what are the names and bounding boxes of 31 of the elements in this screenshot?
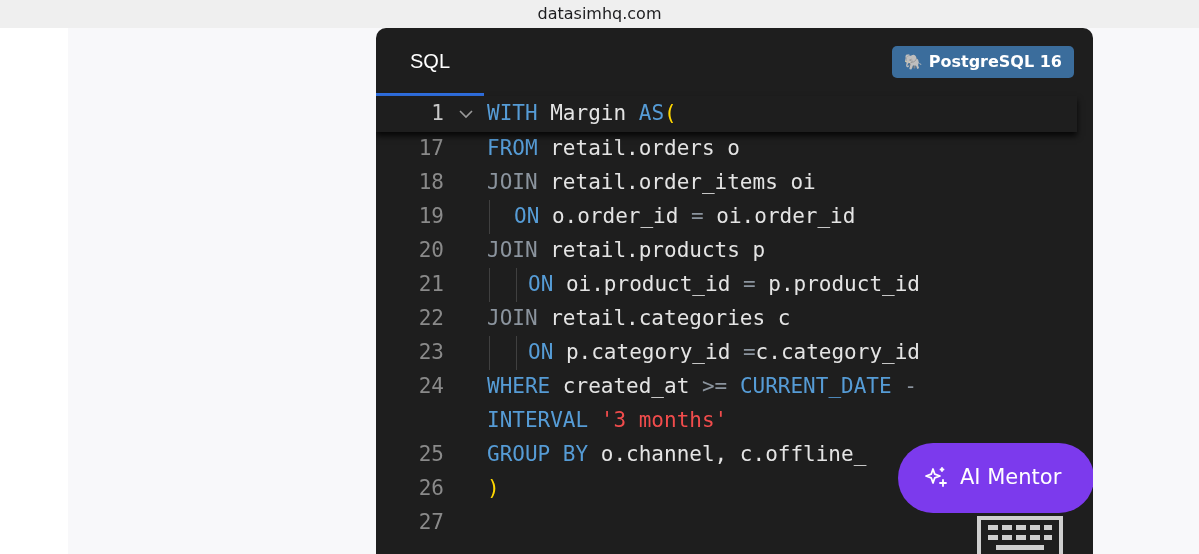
code-line: FROM retail.orders o: [487, 135, 740, 163]
code-line: INTERVAL '3 months': [487, 407, 728, 435]
badge-label: PostgreSQL 16: [928, 51, 1062, 73]
line-number: 27: [418, 510, 444, 535]
code-line: WITH Margin AS(: [487, 100, 677, 128]
sparkles-icon: [924, 466, 948, 490]
code-line: ): [487, 475, 500, 503]
line-number: 19: [418, 204, 444, 229]
code-line: WHERE created_at >= CURRENT_DATE -: [487, 373, 917, 401]
line-number: 24: [418, 374, 444, 399]
code-line: ON o.order_id = oi.order_id: [514, 203, 856, 231]
elephant-icon: 🐘: [903, 50, 923, 74]
line-number: 25: [418, 442, 444, 467]
chevron-down-icon[interactable]: [458, 109, 473, 119]
address-bar-url[interactable]: datasimhq.com: [537, 2, 662, 26]
line-number: 23: [418, 340, 444, 365]
code-line: JOIN retail.products p: [487, 237, 766, 265]
line-number: 18: [418, 170, 444, 195]
line-number: 17: [418, 136, 444, 161]
code-line: GROUP BY o.channel, c.offline_: [487, 441, 867, 469]
code-line: JOIN retail.order_items oi: [487, 169, 816, 197]
code-line: ON p.category_id =c.category_id: [528, 339, 920, 367]
line-number: 1: [431, 101, 444, 126]
line-number: 20: [418, 238, 444, 263]
line-number: 22: [418, 306, 444, 331]
keyboard-icon[interactable]: [976, 515, 1064, 554]
line-number: 21: [418, 272, 444, 297]
code-line: JOIN retail.categories c: [487, 305, 791, 333]
ai-mentor-button[interactable]: AI Mentor: [898, 443, 1093, 513]
code-line: ON oi.product_id = p.product_id: [528, 271, 920, 299]
line-number: 26: [418, 476, 444, 501]
